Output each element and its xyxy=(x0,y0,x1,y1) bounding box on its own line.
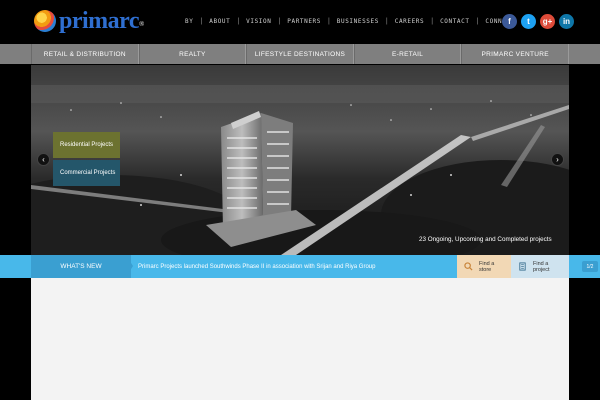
main-navigation: RETAIL & DISTRIBUTION REALTY LIFESTYLE D… xyxy=(0,44,600,64)
mainnav-lifestyle-destinations[interactable]: LIFESTYLE DESTINATIONS xyxy=(246,44,354,64)
news-ticker-item[interactable]: Primarc Projects launched Southwinds Pha… xyxy=(138,255,375,278)
social-links: f t g+ in xyxy=(502,14,574,29)
news-pager[interactable]: 1/2 xyxy=(582,261,598,272)
content-area xyxy=(31,278,569,400)
hero-slider: ‹ › Residential Projects Commercial Proj… xyxy=(31,65,569,255)
topnav-item-partners[interactable]: PARTNERS xyxy=(280,17,328,27)
primarc-logo[interactable]: primarc® xyxy=(34,8,144,34)
topnav-item-contact[interactable]: CONTACT xyxy=(433,17,477,27)
store-locator-icon xyxy=(464,262,473,271)
topnav-item-about[interactable]: ABOUT xyxy=(202,17,237,27)
residential-projects-button[interactable]: Residential Projects xyxy=(53,132,120,158)
topnav-item-businesses[interactable]: BUSINESSES xyxy=(330,17,386,27)
twitter-icon[interactable]: t xyxy=(521,14,536,29)
whats-new-label: WHAT'S NEW xyxy=(31,255,131,278)
facebook-icon[interactable]: f xyxy=(502,14,517,29)
find-a-store-label: Find a store xyxy=(479,260,495,273)
mainnav-retail-distribution[interactable]: RETAIL & DISTRIBUTION xyxy=(31,44,139,64)
linkedin-icon[interactable]: in xyxy=(559,14,574,29)
googleplus-icon[interactable]: g+ xyxy=(540,14,555,29)
primarc-logo-mark-icon xyxy=(34,10,56,32)
topnav-item-by[interactable]: BY xyxy=(178,17,200,27)
mainnav-primarc-venture[interactable]: PRIMARC VENTURE xyxy=(461,44,569,64)
header: primarc® BY | ABOUT | VISION | PARTNERS … xyxy=(0,0,600,44)
main-navigation-items: RETAIL & DISTRIBUTION REALTY LIFESTYLE D… xyxy=(31,44,569,64)
top-navigation: BY | ABOUT | VISION | PARTNERS | BUSINES… xyxy=(178,17,522,27)
mainnav-e-retail[interactable]: E-RETAIL xyxy=(353,44,462,64)
topnav-item-careers[interactable]: CAREERS xyxy=(388,17,432,27)
building-icon xyxy=(519,262,526,271)
slider-prev-button[interactable]: ‹ xyxy=(37,153,50,166)
find-a-project-label: Find a project xyxy=(533,260,550,273)
hero-caption: 23 Ongoing, Upcoming and Completed proje… xyxy=(419,236,552,243)
logo-text: primarc® xyxy=(59,8,144,34)
find-a-project-button[interactable]: Find a project xyxy=(511,255,569,278)
slider-next-button[interactable]: › xyxy=(551,153,564,166)
whats-new-arrow xyxy=(126,255,133,277)
whats-new-bar: WHAT'S NEW Primarc Projects launched Sou… xyxy=(0,255,600,278)
topnav-item-vision[interactable]: VISION xyxy=(239,17,278,27)
mainnav-realty[interactable]: REALTY xyxy=(138,44,247,64)
find-a-store-button[interactable]: Find a store xyxy=(457,255,511,278)
commercial-projects-button[interactable]: Commercial Projects xyxy=(53,160,120,186)
